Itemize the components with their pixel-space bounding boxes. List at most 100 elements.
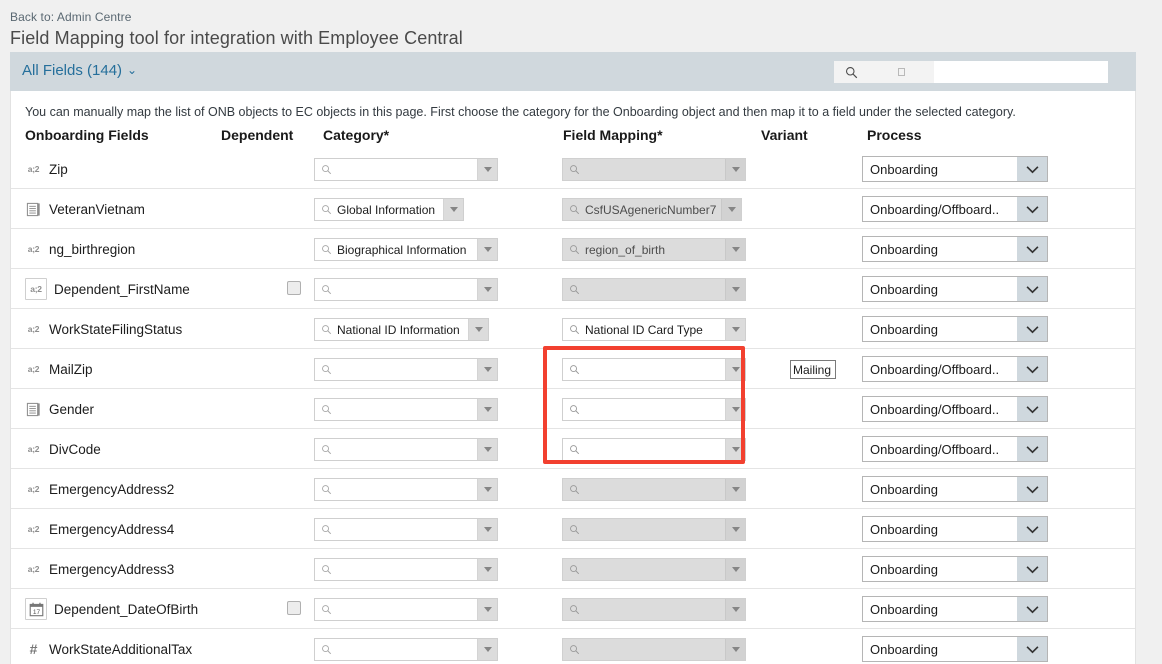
chevron-down-icon[interactable]	[1017, 597, 1047, 621]
dropdown-arrow-icon[interactable]	[443, 199, 463, 220]
dropdown-arrow-icon[interactable]	[725, 319, 745, 340]
add-row-button[interactable]	[1067, 282, 1080, 295]
process-dropdown[interactable]: Onboarding/Offboard..	[862, 436, 1048, 462]
dropdown-arrow-icon[interactable]	[477, 439, 497, 460]
category-dropdown[interactable]	[314, 638, 498, 661]
field-mapping-dropdown[interactable]: National ID Card Type	[562, 318, 746, 341]
dropdown-arrow-icon[interactable]	[477, 239, 497, 260]
dropdown-arrow-icon[interactable]	[477, 479, 497, 500]
dropdown-arrow-icon[interactable]	[721, 199, 741, 220]
dropdown-arrow-icon[interactable]	[725, 239, 745, 260]
dropdown-arrow-icon[interactable]	[725, 519, 745, 540]
search-button[interactable]	[834, 61, 868, 83]
chevron-down-icon[interactable]	[1017, 157, 1047, 181]
dropdown-arrow-icon[interactable]	[725, 559, 745, 580]
field-mapping-dropdown[interactable]	[562, 478, 746, 501]
process-dropdown[interactable]: Onboarding	[862, 476, 1048, 502]
dropdown-arrow-icon[interactable]	[468, 319, 488, 340]
chevron-down-icon[interactable]	[1017, 317, 1047, 341]
search-input[interactable]	[934, 61, 1108, 83]
add-row-button[interactable]	[1067, 642, 1080, 655]
field-mapping-dropdown[interactable]: CsfUSAgenericNumber7	[562, 198, 742, 221]
category-dropdown[interactable]: National ID Information	[314, 318, 489, 341]
process-dropdown[interactable]: Onboarding	[862, 516, 1048, 542]
field-mapping-dropdown[interactable]: region_of_birth	[562, 238, 746, 261]
category-dropdown[interactable]	[314, 278, 498, 301]
process-dropdown[interactable]: Onboarding/Offboard..	[862, 356, 1048, 382]
dropdown-arrow-icon[interactable]	[477, 359, 497, 380]
chevron-down-icon[interactable]	[1017, 637, 1047, 661]
dropdown-arrow-icon[interactable]	[725, 399, 745, 420]
chevron-down-icon[interactable]	[1017, 437, 1047, 461]
chevron-down-icon[interactable]	[1017, 517, 1047, 541]
field-mapping-dropdown[interactable]	[562, 438, 746, 461]
add-row-button[interactable]	[1067, 242, 1080, 255]
dropdown-arrow-icon[interactable]	[725, 159, 745, 180]
category-dropdown[interactable]	[314, 558, 498, 581]
add-row-button[interactable]	[1067, 602, 1080, 615]
field-mapping-dropdown[interactable]	[562, 558, 746, 581]
dropdown-arrow-icon[interactable]	[725, 479, 745, 500]
chevron-down-icon[interactable]	[1017, 357, 1047, 381]
category-dropdown[interactable]	[314, 598, 498, 621]
category-dropdown[interactable]	[314, 518, 498, 541]
category-dropdown[interactable]: Biographical Information	[314, 238, 498, 261]
dropdown-arrow-icon[interactable]	[477, 399, 497, 420]
process-dropdown[interactable]: Onboarding/Offboard..	[862, 196, 1048, 222]
field-mapping-dropdown[interactable]	[562, 398, 746, 421]
dependent-checkbox[interactable]	[287, 601, 301, 615]
category-dropdown[interactable]	[314, 398, 498, 421]
dropdown-arrow-icon[interactable]	[725, 439, 745, 460]
field-mapping-dropdown[interactable]	[562, 518, 746, 541]
search-mode-toggle[interactable]	[868, 61, 934, 83]
add-row-button[interactable]	[1067, 482, 1080, 495]
field-mapping-dropdown[interactable]	[562, 598, 746, 621]
category-dropdown[interactable]	[314, 358, 498, 381]
add-mapping-icon[interactable]	[749, 204, 760, 215]
chevron-down-icon[interactable]	[1017, 477, 1047, 501]
process-dropdown[interactable]: Onboarding	[862, 596, 1048, 622]
dropdown-arrow-icon[interactable]	[477, 559, 497, 580]
dropdown-arrow-icon[interactable]	[477, 599, 497, 620]
process-dropdown[interactable]: Onboarding	[862, 236, 1048, 262]
add-row-button[interactable]	[1067, 362, 1080, 375]
add-row-button[interactable]	[1067, 562, 1080, 575]
dropdown-arrow-icon[interactable]	[477, 639, 497, 660]
chevron-down-icon[interactable]	[1017, 277, 1047, 301]
chevron-down-icon[interactable]	[1017, 237, 1047, 261]
process-dropdown[interactable]: Onboarding	[862, 316, 1048, 342]
field-mapping-dropdown[interactable]	[562, 278, 746, 301]
process-dropdown[interactable]: Onboarding	[862, 556, 1048, 582]
category-dropdown[interactable]	[314, 158, 498, 181]
process-dropdown[interactable]: Onboarding	[862, 156, 1048, 182]
add-row-button[interactable]	[1067, 522, 1080, 535]
all-fields-filter[interactable]: All Fields (144) ⌄	[22, 62, 137, 79]
process-dropdown[interactable]: Onboarding	[862, 276, 1048, 302]
field-mapping-dropdown[interactable]	[562, 638, 746, 661]
add-row-button[interactable]	[1067, 202, 1080, 215]
chevron-down-icon[interactable]	[1017, 557, 1047, 581]
process-dropdown[interactable]: Onboarding	[862, 636, 1048, 662]
variant-input[interactable]: Mailing	[790, 360, 836, 379]
add-row-button[interactable]	[1067, 162, 1080, 175]
dropdown-arrow-icon[interactable]	[725, 639, 745, 660]
add-row-button[interactable]	[1067, 322, 1080, 335]
dropdown-arrow-icon[interactable]	[725, 599, 745, 620]
dropdown-arrow-icon[interactable]	[477, 279, 497, 300]
add-row-button[interactable]	[1067, 442, 1080, 455]
category-dropdown[interactable]	[314, 438, 498, 461]
chevron-down-icon[interactable]	[1017, 397, 1047, 421]
process-dropdown[interactable]: Onboarding/Offboard..	[862, 396, 1048, 422]
dependent-checkbox[interactable]	[287, 281, 301, 295]
dropdown-arrow-icon[interactable]	[477, 159, 497, 180]
chevron-down-icon[interactable]	[1017, 197, 1047, 221]
field-mapping-dropdown[interactable]	[562, 158, 746, 181]
category-dropdown[interactable]: Global Information	[314, 198, 464, 221]
dropdown-arrow-icon[interactable]	[725, 279, 745, 300]
category-dropdown[interactable]	[314, 478, 498, 501]
field-mapping-dropdown[interactable]	[562, 358, 746, 381]
dropdown-arrow-icon[interactable]	[725, 359, 745, 380]
dropdown-arrow-icon[interactable]	[477, 519, 497, 540]
add-row-button[interactable]	[1067, 402, 1080, 415]
breadcrumb[interactable]: Back to: Admin Centre	[10, 10, 132, 24]
